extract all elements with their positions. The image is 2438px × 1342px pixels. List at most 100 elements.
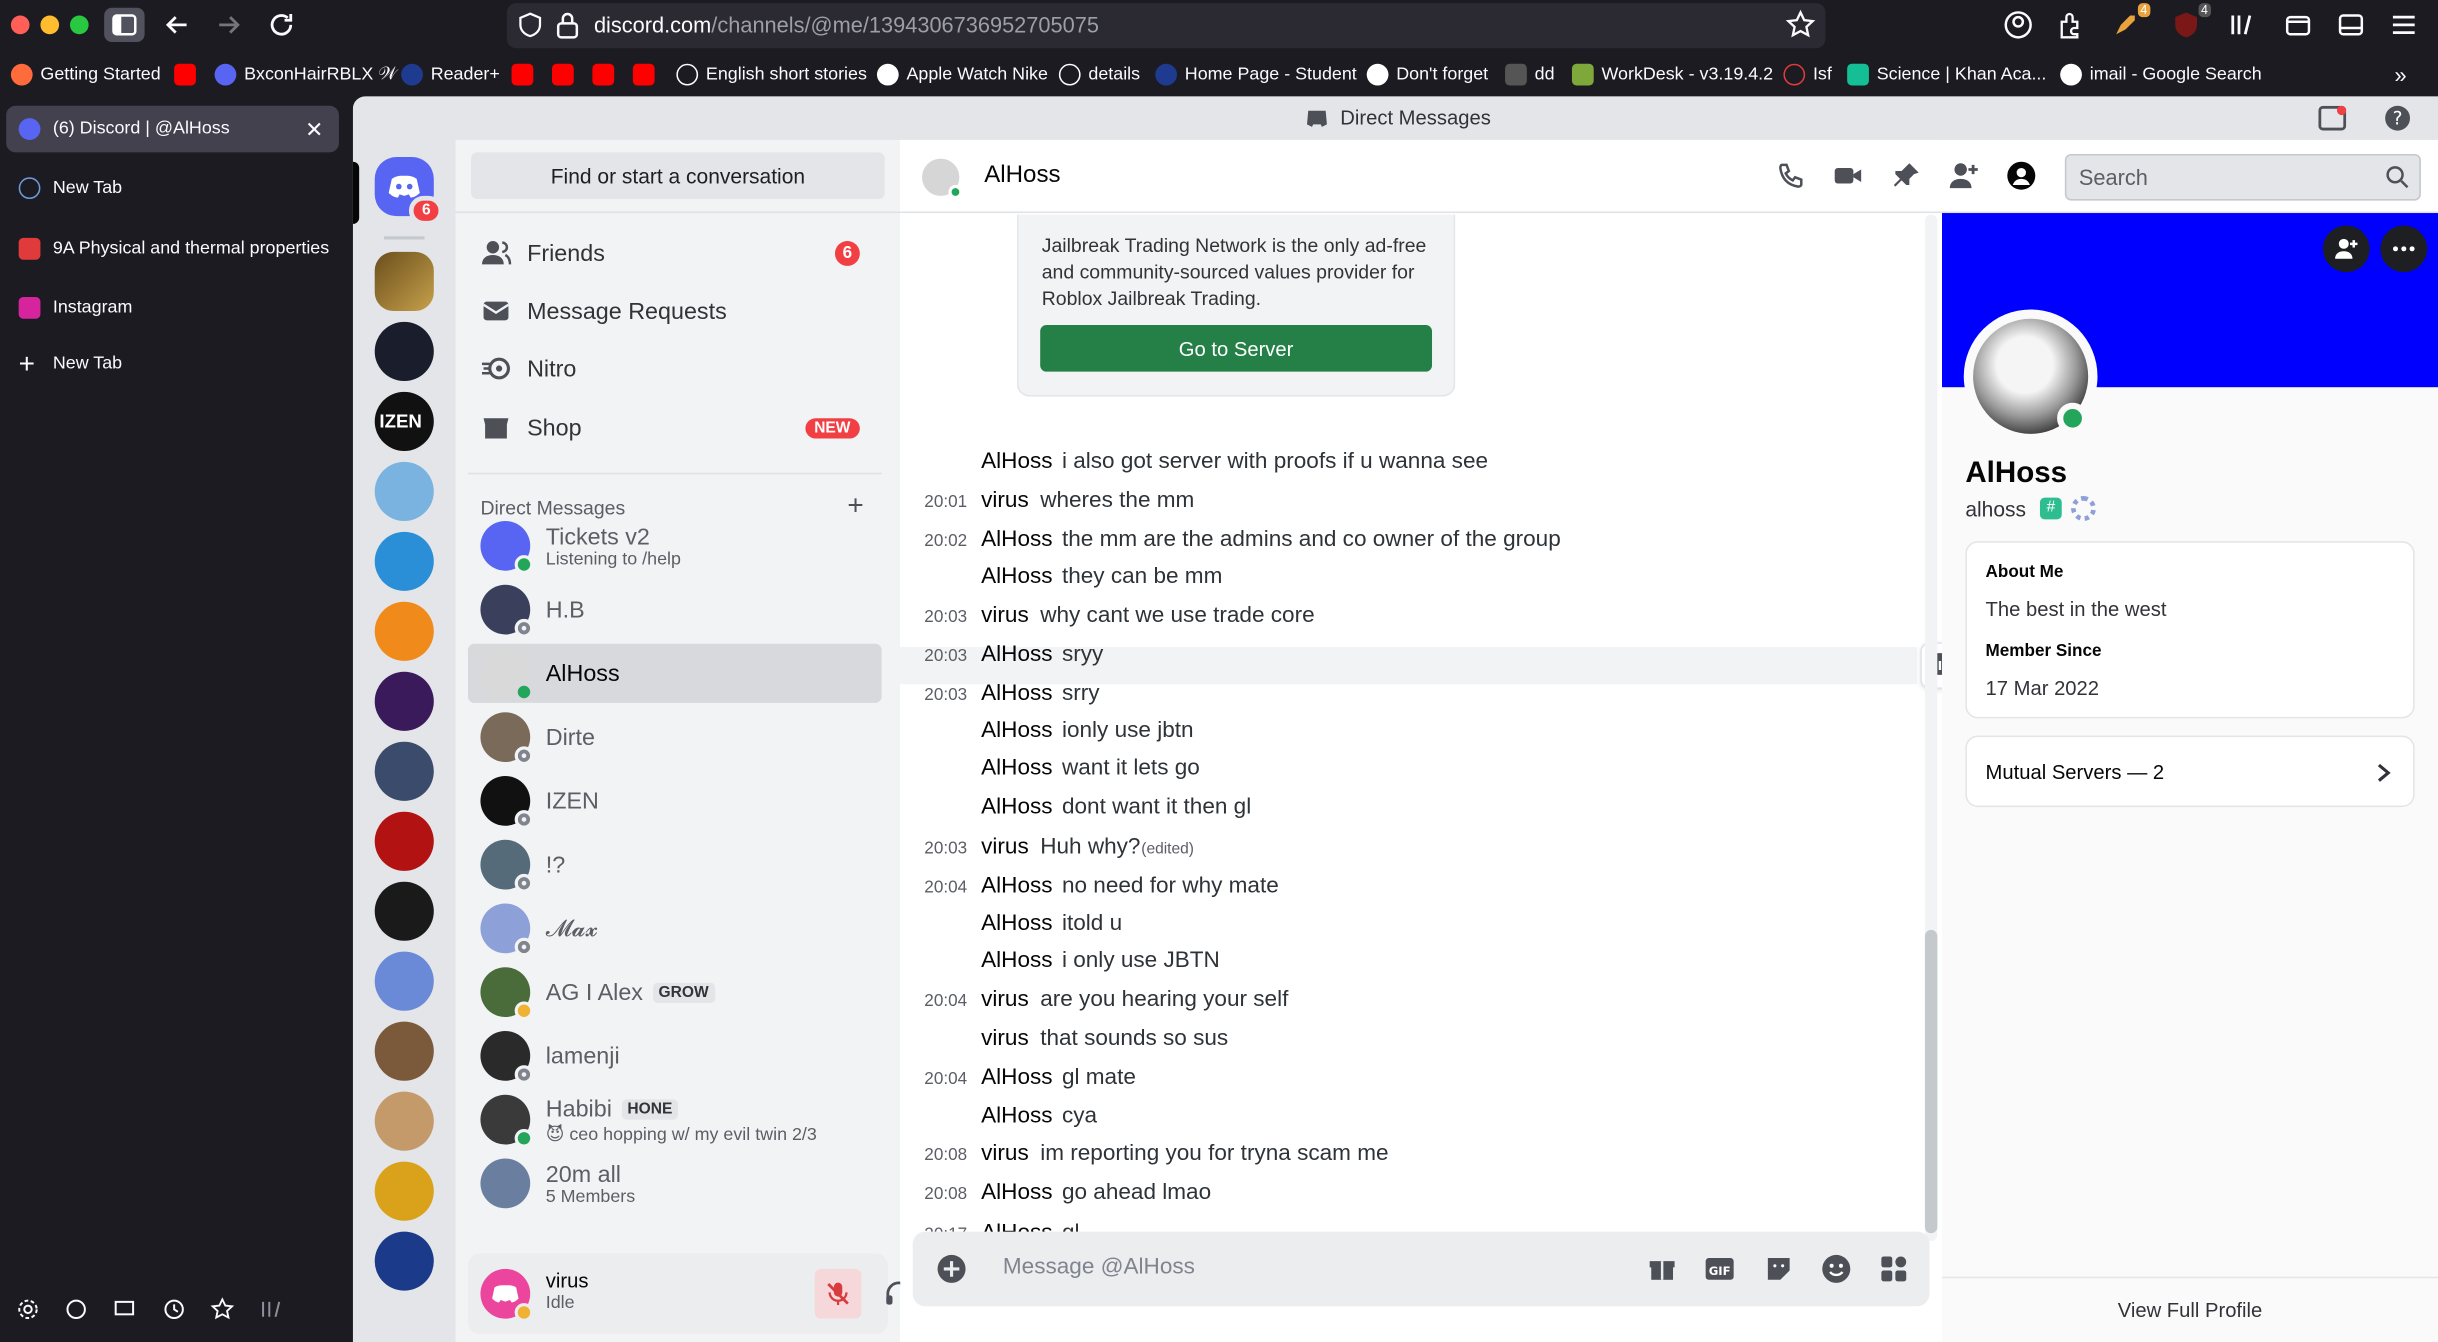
server-icon[interactable]	[374, 1021, 434, 1081]
ublock-icon[interactable]: 4	[2171, 3, 2211, 40]
chat-scrollbar-track[interactable]	[1924, 214, 1938, 1241]
bookmark-bxconhair[interactable]: BxconHairRBLX 𝒲	[214, 62, 397, 87]
message-composer[interactable]: Message @AlHoss GIF	[912, 1231, 1930, 1307]
voice-call-icon[interactable]	[1776, 160, 1807, 191]
gif-icon[interactable]: GIF	[1704, 1253, 1735, 1284]
dm-item[interactable]: 20m all 5 Members	[468, 1154, 882, 1213]
message-author[interactable]: AlHoss	[981, 642, 1052, 667]
message-author[interactable]: AlHoss	[981, 1065, 1052, 1090]
mute-button[interactable]	[814, 1268, 862, 1319]
server-icon-jailbreak[interactable]	[374, 741, 434, 801]
server-icon[interactable]	[374, 531, 434, 591]
message-row[interactable]: AlHoss cya	[900, 1103, 1926, 1137]
server-icon-shop[interactable]	[374, 671, 434, 731]
message-author[interactable]: virus	[981, 488, 1029, 513]
bookmark-isf[interactable]: Isf	[1783, 62, 1832, 87]
bookmarks-overflow-icon[interactable]: »	[2394, 62, 2406, 87]
extension-rocket-icon[interactable]: 4	[2110, 3, 2151, 40]
bookmark-star-icon[interactable]	[1785, 9, 1816, 40]
message-row[interactable]: 20:02 AlHoss the mm are the admins and co …	[900, 526, 1926, 560]
reload-icon[interactable]	[266, 9, 297, 40]
zoom-window-button[interactable]	[69, 15, 89, 35]
bookmark-reader[interactable]: Reader+	[401, 62, 500, 87]
message-row[interactable]: AlHoss i also got server with proofs if u…	[900, 448, 1926, 482]
add-friend-button[interactable]	[2322, 225, 2370, 273]
sidebar-panel-icon[interactable]	[2335, 9, 2366, 40]
sidebar-toggle-icon[interactable]	[104, 7, 145, 42]
nitro-badge-icon[interactable]	[2071, 496, 2096, 521]
user-avatar[interactable]	[480, 1268, 534, 1322]
message-row[interactable]: 20:08 virus im reporting you for tryna sca…	[900, 1140, 1926, 1174]
sticker-icon[interactable]	[1763, 1253, 1794, 1284]
message-row[interactable]: 20:03 AlHoss sryy	[900, 641, 1926, 675]
close-window-button[interactable]	[10, 15, 30, 35]
home-button[interactable]: 6	[374, 157, 444, 226]
message-row[interactable]: 20:03 virus Huh why? (edited)	[900, 834, 1926, 868]
dm-item[interactable]: lamenji	[468, 1026, 882, 1085]
message-row[interactable]: AlHoss itold u	[900, 910, 1926, 944]
server-icon-izen[interactable]: IZEN	[374, 391, 434, 451]
bookmark-details[interactable]: details	[1058, 62, 1140, 87]
message-author[interactable]: virus	[981, 603, 1029, 628]
message-row[interactable]: 20:08 AlHoss go ahead lmao	[900, 1179, 1926, 1213]
message-row[interactable]: AlHoss want it lets go	[900, 754, 1926, 788]
dm-item[interactable]: AG I Alex GROW	[468, 963, 882, 1022]
pinned-messages-icon[interactable]	[1891, 160, 1922, 191]
bookmark-khan[interactable]: Science | Khan Aca...	[1847, 62, 2046, 87]
upload-plus-icon[interactable]	[936, 1253, 967, 1284]
dm-item[interactable]: Tickets v2 Listening to /help	[468, 516, 882, 575]
tab-discord[interactable]: (6) Discord | @AlHoss ✕	[6, 105, 339, 153]
nav-message-requests[interactable]: Message Requests	[468, 281, 882, 340]
dm-item[interactable]: IZEN	[468, 771, 882, 830]
inbox-icon[interactable]	[2318, 105, 2347, 131]
message-author[interactable]: virus	[981, 987, 1029, 1012]
url-bar[interactable]: discord.com/channels/@me/139430673695270…	[506, 3, 1826, 49]
pocket-icon[interactable]	[2283, 9, 2314, 40]
server-icon[interactable]	[374, 951, 434, 1011]
user-profile-toggle-icon[interactable]	[2006, 160, 2037, 191]
recipient-name[interactable]: AlHoss	[984, 162, 1060, 190]
bookmark-youtube-4[interactable]	[592, 62, 622, 87]
message-author[interactable]: AlHoss	[981, 1104, 1052, 1129]
message-author[interactable]: virus	[981, 1141, 1029, 1166]
server-icon[interactable]	[374, 251, 434, 312]
dm-item[interactable]: Dirte	[468, 708, 882, 767]
message-author[interactable]: AlHoss	[981, 449, 1052, 474]
message-author[interactable]: AlHoss	[981, 874, 1052, 899]
go-to-server-button[interactable]: Go to Server	[1040, 325, 1433, 372]
apps-icon[interactable]	[1878, 1253, 1909, 1284]
bookmarks-icon[interactable]	[210, 1297, 235, 1322]
add-friends-to-dm-icon[interactable]	[1948, 160, 1979, 191]
message-author[interactable]: virus	[981, 1026, 1029, 1051]
tracking-shield-icon[interactable]	[516, 11, 544, 39]
bookmark-apple-watch[interactable]: Apple Watch Nike	[876, 62, 1048, 87]
message-author[interactable]: AlHoss	[981, 756, 1052, 781]
tab-instagram[interactable]: Instagram	[6, 285, 339, 332]
emoji-icon[interactable]	[1821, 1253, 1852, 1284]
nav-friends[interactable]: Friends 6	[468, 224, 882, 283]
forward-icon[interactable]	[213, 9, 244, 40]
mutual-servers-button[interactable]: Mutual Servers — 2	[1965, 735, 2415, 808]
bookmark-home-page[interactable]: Home Page - Student	[1155, 62, 1357, 87]
message-row[interactable]: 20:01 virus wheres the mm	[900, 487, 1926, 521]
help-icon[interactable]: ?	[2384, 104, 2412, 132]
bookmark-dd[interactable]: dd	[1505, 62, 1555, 87]
message-row[interactable]: virus that sounds so sus	[900, 1025, 1926, 1059]
message-author[interactable]: AlHoss	[981, 681, 1052, 706]
message-row[interactable]: AlHoss they can be mm	[900, 563, 1926, 597]
message-row[interactable]: 20:03 virus why cant we use trade core	[900, 602, 1926, 636]
new-tab-button[interactable]: + New Tab	[6, 341, 339, 388]
message-author[interactable]: AlHoss	[981, 949, 1052, 974]
bookmark-youtube-3[interactable]	[551, 62, 582, 87]
server-icon[interactable]	[374, 881, 434, 941]
gift-icon[interactable]	[1647, 1253, 1678, 1284]
dm-item[interactable]: Habibi HONE 😈 ceo hopping w/ my evil twin …	[468, 1090, 882, 1149]
tab-new-tab[interactable]: New Tab	[6, 165, 339, 212]
history-icon[interactable]	[162, 1297, 187, 1322]
dm-item[interactable]: AlHoss	[468, 643, 882, 703]
dm-item[interactable]: !?	[468, 835, 882, 894]
video-call-icon[interactable]	[1832, 160, 1863, 191]
server-icon[interactable]	[374, 461, 434, 521]
view-full-profile-button[interactable]: View Full Profile	[1942, 1276, 2438, 1342]
server-icon-th[interactable]	[374, 1161, 434, 1221]
